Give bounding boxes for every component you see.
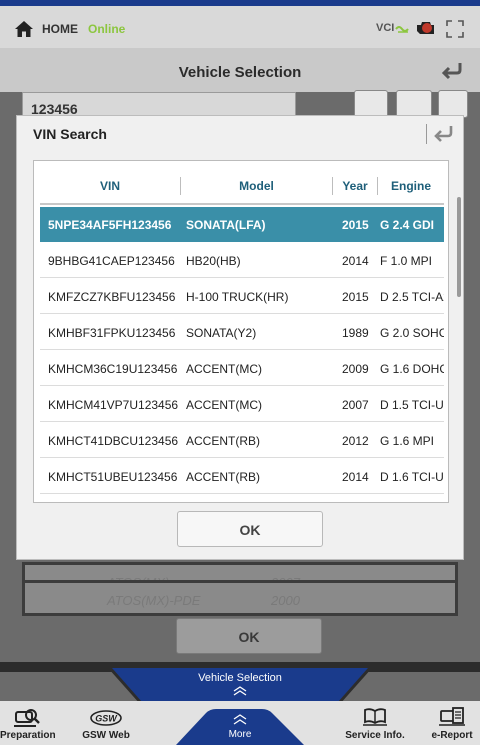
back-arrow-icon[interactable] xyxy=(440,60,464,80)
nav-more-label: More xyxy=(228,729,252,740)
nav-service-info-label: Service Info. xyxy=(345,730,405,741)
table-header: VIN Model Year Engine xyxy=(40,169,444,205)
cell-model: HB20(HB) xyxy=(186,254,241,268)
cell-vin: 9BHBG41CAEP123456 xyxy=(48,254,175,268)
status-bar: HOME Online VCI xyxy=(0,0,480,48)
cell-model: H-100 TRUCK(HR) xyxy=(186,290,289,304)
cell-engine: G 1.6 MPI xyxy=(380,434,435,448)
chevron-up-icon[interactable] xyxy=(232,686,248,696)
background-list-row: ATOS(MX)-PDE 2000 xyxy=(22,580,458,616)
cell-vin: 5NPE34AF5FH123456 xyxy=(48,218,172,232)
home-icon[interactable] xyxy=(14,20,34,38)
cell-vin: KMFZCZ7KBFU123456 xyxy=(48,290,176,304)
cell-vin: KMHCT51UBEU123456 xyxy=(48,470,178,484)
engine-check-icon[interactable] xyxy=(414,17,438,39)
cell-model: SONATA(LFA) xyxy=(186,218,266,232)
nav-preparation-label: Preparation xyxy=(0,730,56,741)
cell-model: ACCENT(RB) xyxy=(186,434,260,448)
table-row[interactable]: KMHCM36C19U123456 ACCENT(MC) 2009 G 1.6 … xyxy=(40,351,444,386)
table-row[interactable]: 5NPE34AF5FH123456 SONATA(LFA) 2015 G 2.4… xyxy=(40,207,444,242)
vci-connection-icon xyxy=(395,26,409,33)
table-body: 5NPE34AF5FH123456 SONATA(LFA) 2015 G 2.4… xyxy=(40,207,444,497)
dialog-header: VIN Search xyxy=(17,116,463,152)
cell-engine: D 1.6 TCI-U2 xyxy=(380,470,444,484)
background-row-year: 2000 xyxy=(271,593,300,608)
back-arrow-icon[interactable] xyxy=(433,124,455,142)
cell-engine: G 2.4 GDI xyxy=(380,218,435,232)
cell-engine: G 1.6 DOHC xyxy=(380,362,444,376)
cell-engine: D 1.5 TCI-U xyxy=(380,398,444,412)
table-row[interactable]: KMHCM41VP7U123456 ACCENT(MC) 2007 D 1.5 … xyxy=(40,387,444,422)
nav-e-report[interactable]: e-Report xyxy=(424,701,480,745)
left-arrow-button[interactable] xyxy=(354,90,388,118)
online-status: Online xyxy=(88,22,126,36)
chevron-up-icon xyxy=(233,714,247,725)
vci-label: VCI xyxy=(376,22,395,34)
cell-year: 2012 xyxy=(342,434,369,448)
nav-preparation[interactable]: Preparation xyxy=(0,701,56,745)
vin-table: VIN Model Year Engine 5NPE34AF5FH123456 … xyxy=(33,160,449,503)
nav-e-report-label: e-Report xyxy=(431,730,473,741)
nav-more[interactable]: More xyxy=(210,701,270,745)
vin-search-dialog: VIN Search VIN Model Year Engine 5NPE34A… xyxy=(16,115,464,560)
cell-engine: D 2.5 TCI-A2 xyxy=(380,290,444,304)
cell-year: 1989 xyxy=(342,326,369,340)
ok-button[interactable]: OK xyxy=(177,511,323,547)
nav-service-info[interactable]: Service Info. xyxy=(340,701,410,745)
table-scrollbar[interactable] xyxy=(457,197,461,297)
fullscreen-icon[interactable] xyxy=(446,20,464,38)
page-title: Vehicle Selection xyxy=(178,64,302,81)
cell-year: 2014 xyxy=(342,254,369,268)
cell-model: ACCENT(MC) xyxy=(186,398,262,412)
cell-engine: G 2.0 SOHC xyxy=(380,326,444,340)
cell-year: 2007 xyxy=(342,398,369,412)
cell-model: ACCENT(MC) xyxy=(186,362,262,376)
dialog-title: VIN Search xyxy=(33,126,107,142)
svg-text:GSW: GSW xyxy=(95,714,118,724)
preparation-icon xyxy=(14,709,40,727)
column-header-vin[interactable]: VIN xyxy=(40,179,180,193)
cell-model: SONATA(Y2) xyxy=(186,326,257,340)
cell-model: ACCENT(RB) xyxy=(186,470,260,484)
cell-engine: F 1.0 MPI xyxy=(380,254,433,268)
column-header-engine[interactable]: Engine xyxy=(378,179,444,193)
nav-gsw-web[interactable]: GSW GSW Web xyxy=(78,701,134,745)
column-header-model[interactable]: Model xyxy=(181,179,332,193)
table-row[interactable]: KMHBF31FPKU123456 SONATA(Y2) 1989 G 2.0 … xyxy=(40,315,444,350)
table-row[interactable]: 9BHBG41CAEP123456 HB20(HB) 2014 F 1.0 MP… xyxy=(40,243,444,278)
gsw-logo-icon: GSW xyxy=(90,710,122,726)
cell-vin: KMHCM36C19U123456 xyxy=(48,362,178,376)
header-divider xyxy=(426,124,427,144)
cell-vin: KMHCT41DBCU123456 xyxy=(48,434,179,448)
background-row-model: ATOS(MX)-PDE xyxy=(107,593,201,608)
cell-year: 2009 xyxy=(342,362,369,376)
home-label[interactable]: HOME xyxy=(42,22,78,36)
auto-button[interactable] xyxy=(396,90,432,118)
refresh-button[interactable] xyxy=(438,90,468,118)
vehicle-selection-label[interactable]: Vehicle Selection xyxy=(0,672,480,684)
cell-vin: KMHCM41VP7U123456 xyxy=(48,398,179,412)
page-header: Vehicle Selection xyxy=(0,48,480,92)
table-row[interactable]: KMFZCZ7KBFU123456 H-100 TRUCK(HR) 2015 D… xyxy=(40,279,444,314)
cell-year: 2015 xyxy=(342,290,369,304)
column-header-year[interactable]: Year xyxy=(333,179,377,193)
table-row[interactable]: KMHCT41DBCU123456 ACCENT(RB) 2012 G 1.6 … xyxy=(40,423,444,458)
report-icon xyxy=(439,707,465,726)
book-icon xyxy=(363,708,387,726)
table-row[interactable]: KMHCT51UBEU123456 ACCENT(RB) 2014 D 1.6 … xyxy=(40,459,444,494)
background-ok-button[interactable]: OK xyxy=(176,618,322,654)
cell-vin: KMHBF31FPKU123456 xyxy=(48,326,176,340)
nav-gsw-web-label: GSW Web xyxy=(82,730,130,741)
cell-year: 2015 xyxy=(342,218,369,232)
cell-year: 2014 xyxy=(342,470,369,484)
